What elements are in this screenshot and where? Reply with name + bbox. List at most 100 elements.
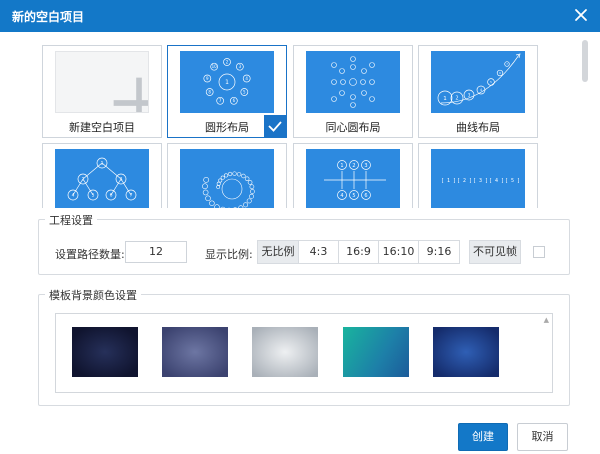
ratio-option-9-16[interactable]: 9:16 (418, 240, 460, 264)
linear-node-label: [ 5 ] (505, 178, 520, 184)
tree-node-label: 6 (110, 193, 113, 199)
project-settings-section: 工程设置 设置路径数量: 12 显示比例: 无比例 4:3 16:9 16:10… (38, 212, 570, 275)
circle-ring-node-label: 7 (219, 98, 222, 103)
circle-ring-node-label: 10 (212, 64, 218, 69)
timeline-bottom-node-label: 4 (340, 193, 343, 199)
bg-swatch-silver[interactable] (252, 327, 318, 377)
spiral-node-circle (202, 183, 208, 190)
circle-ring-node-label: 8 (208, 89, 211, 94)
spiral-node-circle (244, 176, 250, 182)
template-card-blank[interactable]: 新建空白项目 (42, 45, 162, 138)
template-card-curve[interactable]: 1 2 3 4 5 6 7 曲线布局 (418, 45, 538, 138)
spiral-node-circle (246, 198, 252, 204)
template-thumbnail: 1 2 3 4 5 6 (306, 149, 400, 208)
curve-node-label: 3 (468, 92, 471, 97)
curve-node-label: 4 (480, 88, 482, 92)
curve-node-label: 1 (443, 96, 447, 102)
spiral-node-circle (216, 185, 221, 189)
spiral-node-circle (227, 171, 233, 177)
linear-node-label: [ 4 ] (489, 178, 504, 184)
background-settings-section: 模板背景颜色设置 ▲ (38, 287, 570, 406)
template-card-label: 曲线布局 (456, 121, 500, 134)
bg-swatch-slate-blue[interactable] (162, 327, 228, 377)
template-thumbnail: 1 2 3 4 5 6 7 8 9 10 (180, 51, 274, 113)
spiral-node-circle (243, 202, 249, 208)
ratio-label: 显示比例: (205, 248, 253, 261)
curve-node-label: 2 (455, 96, 458, 102)
template-grid: 新建空白项目 1 2 3 4 5 6 7 8 9 10 圆形布局 同心圆布局 1… (0, 32, 578, 208)
spiral-node-circle (216, 181, 221, 186)
template-card-linear[interactable]: [ 1 ][ 2 ][ 3 ][ 4 ][ 5 ] (418, 143, 538, 208)
template-thumbnail: 1 2 3 4 5 6 7 (431, 51, 525, 113)
spiral-node-circle (247, 180, 253, 185)
circle-ring-node-label: 6 (233, 98, 236, 103)
spiral-node-circle (203, 176, 210, 183)
scrollbar-thumb[interactable] (582, 40, 588, 82)
template-card-tree[interactable]: 1 2 3 4 5 6 7 (42, 143, 162, 208)
spiral-node-circle (238, 205, 244, 208)
invisible-frame-checkbox[interactable] (533, 246, 545, 258)
linear-node-label: [ 3 ] (473, 178, 488, 184)
spiral-node-circle (220, 206, 226, 208)
linear-node-label: [ 1 ] (441, 178, 456, 184)
tree-node-label: 2 (82, 177, 85, 183)
curve-node-label: 6 (499, 71, 501, 75)
template-card-timeline[interactable]: 1 2 3 4 5 6 (293, 143, 413, 208)
checkmark-icon (264, 115, 286, 137)
tree-node-label: 5 (92, 193, 95, 199)
tree-node-label: 4 (72, 193, 75, 199)
spiral-node-circle (249, 184, 255, 190)
circle-center-number: 1 (225, 79, 229, 86)
timeline-bottom-node-label: 5 (352, 193, 355, 199)
spiral-node-circle (232, 171, 237, 176)
bg-swatch-teal[interactable] (343, 327, 409, 377)
curve-node-label: 5 (490, 80, 492, 84)
dialog-title: 新的空白项目 (12, 10, 85, 24)
timeline-top-node-label: 1 (340, 163, 343, 169)
spiral-node-circle (218, 178, 223, 183)
timeline-top-node-label: 2 (352, 163, 355, 169)
ratio-option-16-9[interactable]: 16:9 (338, 240, 379, 264)
circle-ring-node-label: 9 (206, 76, 209, 81)
ratio-option-4-3[interactable]: 4:3 (298, 240, 339, 264)
circle-ring-node-label: 2 (226, 59, 229, 64)
project-settings-legend: 工程设置 (45, 212, 97, 228)
template-thumbnail (180, 149, 274, 208)
linear-node-label: [ 2 ] (457, 178, 472, 184)
spiral-node-circle (220, 175, 225, 180)
cancel-button[interactable]: 取消 (517, 423, 568, 451)
curve-node-label: 7 (506, 62, 508, 66)
ratio-option-none[interactable]: 无比例 (257, 240, 299, 264)
spiral-node-circle (214, 204, 220, 208)
template-thumbnail: 1 2 3 4 5 6 7 (55, 149, 149, 208)
spiral-node-circle (205, 195, 211, 202)
scroll-up-icon[interactable]: ▲ (544, 316, 549, 324)
background-settings-legend: 模板背景颜色设置 (45, 287, 141, 303)
tree-node-label: 3 (120, 177, 123, 183)
ratio-option-16-10[interactable]: 16:10 (378, 240, 419, 264)
close-icon[interactable] (570, 4, 592, 26)
spiral-node-circle (209, 200, 215, 206)
template-card-label: 同心圆布局 (325, 121, 381, 134)
template-card-spiral[interactable] (167, 143, 287, 208)
spiral-node-circle (236, 172, 242, 177)
invisible-frame-label: 不可见帧 (469, 240, 521, 264)
timeline-bottom-node-label: 6 (364, 193, 367, 199)
spiral-node-circle (249, 193, 254, 199)
spiral-node-circle (224, 173, 229, 178)
bg-swatch-dark-navy[interactable] (72, 327, 138, 377)
path-count-input[interactable]: 12 (125, 241, 187, 263)
template-thumbnail: [ 1 ][ 2 ][ 3 ][ 4 ][ 5 ] (431, 149, 525, 208)
create-button[interactable]: 创建 (458, 423, 508, 451)
bg-swatch-royal-blue[interactable] (433, 327, 499, 377)
tree-node-label: 7 (130, 193, 133, 199)
path-count-label: 设置路径数量: (55, 248, 125, 261)
template-card-circle[interactable]: 1 2 3 4 5 6 7 8 9 10 圆形布局 (167, 45, 287, 138)
spiral-node-circle (202, 189, 209, 196)
circle-ring-node-label: 5 (243, 89, 246, 94)
template-card-label: 新建空白项目 (69, 121, 135, 134)
template-card-concentric[interactable]: 同心圆布局 (293, 45, 413, 138)
template-thumbnail (306, 51, 400, 113)
template-thumbnail (55, 51, 149, 113)
plus-icon (113, 77, 148, 112)
